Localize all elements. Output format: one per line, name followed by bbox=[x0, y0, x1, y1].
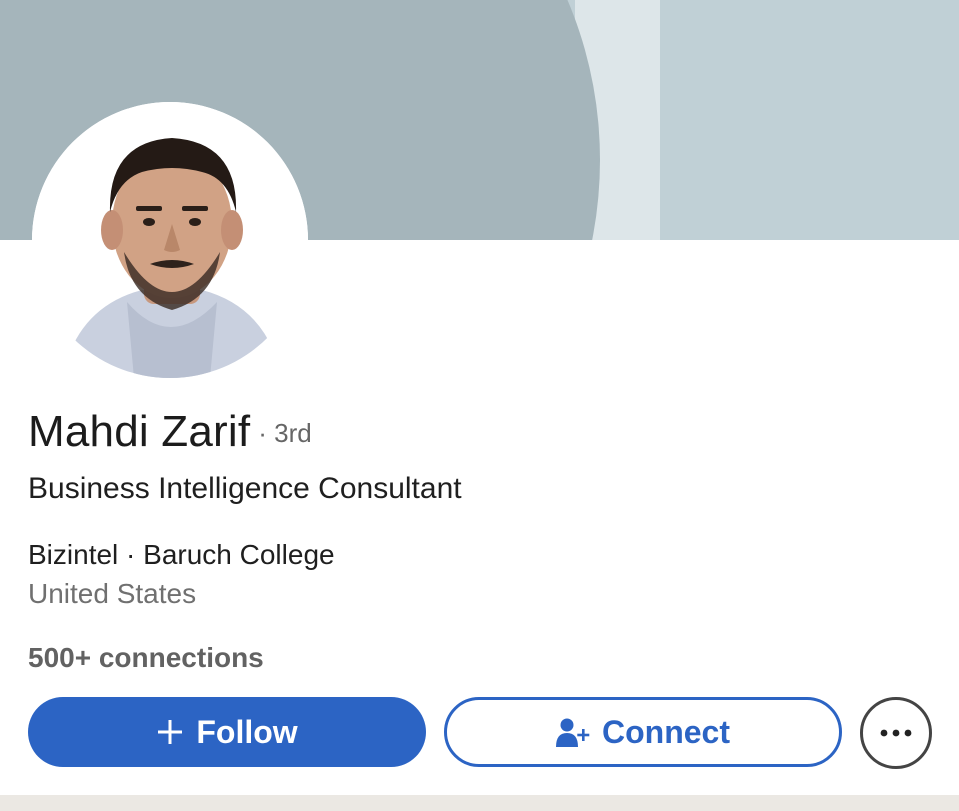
profile-avatar[interactable] bbox=[32, 102, 308, 378]
follow-button[interactable]: Follow bbox=[28, 697, 426, 767]
connection-degree: · 3rd bbox=[258, 418, 312, 448]
connect-button-label: Connect bbox=[602, 713, 730, 750]
profile-company[interactable]: Bizintel · Baruch College bbox=[28, 539, 335, 571]
follow-button-label: Follow bbox=[196, 713, 298, 750]
profile-headline: Business Intelligence Consultant bbox=[28, 472, 462, 505]
more-horizontal-icon bbox=[880, 729, 912, 737]
connect-button[interactable]: Connect bbox=[444, 697, 842, 767]
avatar-photo bbox=[32, 102, 308, 378]
profile-name: Mahdi Zarif bbox=[28, 407, 251, 456]
section-divider bbox=[0, 795, 959, 811]
profile-location: United States bbox=[28, 578, 197, 609]
plus-icon bbox=[156, 718, 184, 746]
profile-name-row: Mahdi Zarif · 3rd bbox=[28, 407, 312, 457]
connections-count[interactable]: 500+ connections bbox=[28, 642, 264, 674]
add-person-icon bbox=[556, 717, 590, 747]
profile-card: Mahdi Zarif · 3rd Business Intelligence C… bbox=[0, 0, 959, 811]
more-options-button[interactable] bbox=[860, 697, 932, 769]
